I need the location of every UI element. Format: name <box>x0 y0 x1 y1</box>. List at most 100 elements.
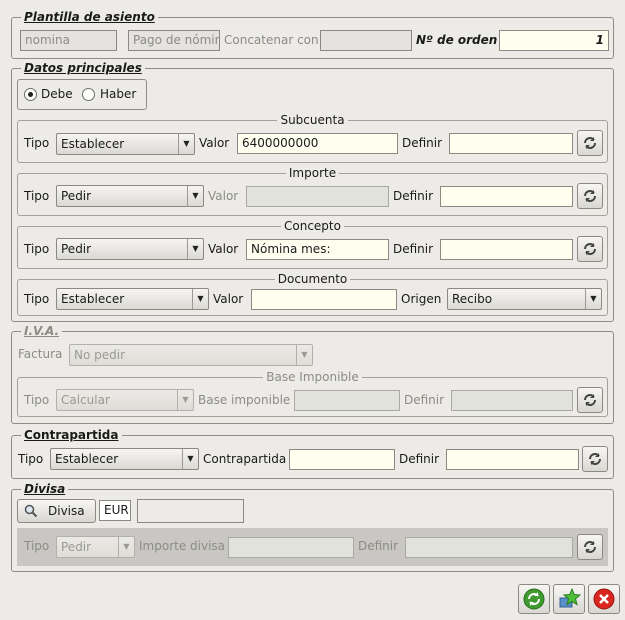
divisa-definir-button[interactable] <box>577 534 603 560</box>
documento-tipo-select[interactable]: Establecer ▼ <box>56 288 209 310</box>
contrapartida-tipo-label: Tipo <box>18 452 44 466</box>
contrapartida-definir-button[interactable] <box>582 446 608 472</box>
documento-tipo-value: Establecer <box>61 292 125 306</box>
pago-field[interactable]: Pago de nómin <box>128 30 220 51</box>
subcuenta-tipo-label: Tipo <box>24 136 50 150</box>
save-template-button[interactable] <box>553 584 585 614</box>
magnifier-icon <box>24 504 38 518</box>
concepto-valor-label: Valor <box>208 242 239 256</box>
subcuenta-valor-label: Valor <box>199 136 230 150</box>
concepto-tipo-label: Tipo <box>24 242 50 256</box>
haber-radio[interactable] <box>82 88 95 101</box>
divisa-definir-label: Definir <box>358 539 399 553</box>
subcuenta-definir-button[interactable] <box>577 130 603 156</box>
concepto-tipo-value: Pedir <box>61 242 92 256</box>
divisa-button[interactable]: Divisa <box>17 499 96 523</box>
base-definir-button[interactable] <box>577 387 603 413</box>
iva-title: I.V.A. <box>21 323 63 339</box>
divisa-code-field[interactable]: EUR <box>99 500 131 521</box>
cancel-button[interactable] <box>588 584 620 614</box>
chevron-down-icon: ▼ <box>182 449 198 469</box>
contrapartida-tipo-select[interactable]: Establecer ▼ <box>50 448 199 470</box>
debe-radio[interactable] <box>24 88 37 101</box>
chevron-down-icon: ▼ <box>187 239 203 259</box>
subcuenta-valor-field[interactable]: 6400000000 <box>237 133 398 154</box>
chevron-down-icon: ▼ <box>177 390 193 410</box>
contrapartida-label: Contrapartida <box>203 452 287 466</box>
concepto-valor-field[interactable]: Nómina mes: <box>246 239 389 260</box>
subcuenta-tipo-value: Establecer <box>61 137 125 151</box>
debe-haber-group: Debe Haber <box>17 79 147 110</box>
contrapartida-definir-field[interactable] <box>446 449 579 470</box>
divisa-definir-field <box>405 537 573 558</box>
chevron-down-icon: ▼ <box>585 289 601 309</box>
base-definir-field <box>451 390 573 411</box>
refresh-arrows-icon <box>589 453 601 465</box>
importe-tipo-value: Pedir <box>61 189 92 203</box>
importe-definir-button[interactable] <box>577 183 603 209</box>
chevron-down-icon: ▼ <box>118 537 134 557</box>
red-close-icon <box>593 588 615 610</box>
divisa-tipo-label: Tipo <box>24 539 50 553</box>
subcuenta-definir-label: Definir <box>402 136 443 150</box>
divisa-importe-label: Importe divisa <box>139 539 226 553</box>
debe-label[interactable]: Debe <box>41 86 73 102</box>
base-imponible-field <box>294 390 400 411</box>
accept-button[interactable] <box>518 584 550 614</box>
base-definir-label: Definir <box>404 393 445 407</box>
refresh-arrows-icon <box>584 137 596 149</box>
documento-tipo-label: Tipo <box>24 292 50 306</box>
concatenar-label: Concatenar con <box>224 33 319 47</box>
orden-label: Nº de orden <box>416 33 498 47</box>
star-add-icon <box>559 588 581 608</box>
factura-select: No pedir ▼ <box>69 344 313 366</box>
subcuenta-definir-field[interactable] <box>449 133 573 154</box>
green-cycle-icon <box>523 588 545 610</box>
documento-valor-label: Valor <box>213 292 244 306</box>
divisa-importe-field <box>228 537 354 558</box>
orden-field[interactable]: 1 <box>499 30 609 51</box>
nomina-field[interactable]: nomina <box>20 30 117 51</box>
haber-label[interactable]: Haber <box>100 86 136 102</box>
datos-title: Datos principales <box>21 60 145 76</box>
refresh-arrows-icon <box>584 190 596 202</box>
divisa-button-label: Divisa <box>48 504 85 518</box>
refresh-arrows-icon <box>584 541 596 553</box>
plantilla-title: Plantilla de asiento <box>21 9 158 25</box>
chevron-down-icon: ▼ <box>296 345 312 365</box>
factura-value: No pedir <box>74 348 126 362</box>
importe-definir-field[interactable] <box>440 186 573 207</box>
documento-valor-field[interactable] <box>251 289 397 310</box>
documento-origen-value: Recibo <box>452 292 493 306</box>
importe-valor-label: Valor <box>208 189 239 203</box>
divisa-name-field <box>137 499 244 523</box>
contrapartida-tipo-value: Establecer <box>55 452 119 466</box>
importe-tipo-label: Tipo <box>24 189 50 203</box>
base-tipo-label: Tipo <box>24 393 50 407</box>
importe-definir-label: Definir <box>393 189 434 203</box>
documento-origen-select[interactable]: Recibo ▼ <box>447 288 602 310</box>
importe-valor-field <box>246 186 389 207</box>
concepto-definir-field[interactable] <box>440 239 573 260</box>
concepto-definir-button[interactable] <box>577 236 603 262</box>
refresh-arrows-icon <box>584 243 596 255</box>
factura-label: Factura <box>18 347 63 361</box>
divisa-tipo-value: Pedir <box>61 540 92 554</box>
chevron-down-icon: ▼ <box>187 186 203 206</box>
subcuenta-tipo-select[interactable]: Establecer ▼ <box>56 133 195 155</box>
chevron-down-icon: ▼ <box>178 134 194 154</box>
contrapartida-title: Contrapartida <box>21 427 122 443</box>
base-tipo-value: Calcular <box>61 393 110 407</box>
base-tipo-select: Calcular ▼ <box>56 389 194 411</box>
concepto-definir-label: Definir <box>393 242 434 256</box>
chevron-down-icon: ▼ <box>192 289 208 309</box>
concatenar-field[interactable] <box>320 30 412 51</box>
importe-tipo-select[interactable]: Pedir ▼ <box>56 185 204 207</box>
divisa-title: Divisa <box>21 481 69 497</box>
concepto-tipo-select[interactable]: Pedir ▼ <box>56 238 204 260</box>
refresh-arrows-icon <box>584 394 596 406</box>
documento-origen-label: Origen <box>401 292 442 306</box>
contrapartida-definir-label: Definir <box>399 452 440 466</box>
contrapartida-field[interactable] <box>289 449 395 470</box>
base-imponible-label: Base imponible <box>198 393 291 407</box>
